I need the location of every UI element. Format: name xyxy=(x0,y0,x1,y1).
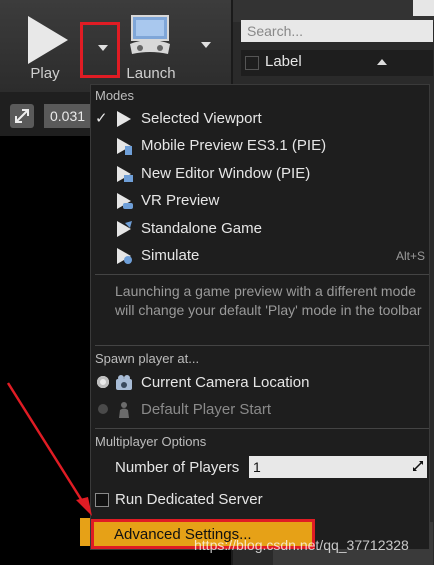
mode-label: Simulate xyxy=(141,247,200,264)
mode-description: Launching a game preview with a differen… xyxy=(115,283,422,318)
snap-value-field[interactable]: 0.031 xyxy=(44,104,90,128)
panel-tab[interactable] xyxy=(413,0,434,16)
launch-label: Launch xyxy=(126,65,176,82)
dedicated-server-label: Run Dedicated Server xyxy=(115,491,263,508)
menu-divider xyxy=(95,345,429,346)
spawn-current-camera[interactable]: Current Camera Location xyxy=(91,370,429,396)
mode-label: VR Preview xyxy=(141,192,220,209)
mode-label: Standalone Game xyxy=(141,220,262,237)
chevron-down-icon xyxy=(98,45,108,51)
spawn-label: Default Player Start xyxy=(141,401,272,418)
modes-section-header: Modes xyxy=(95,88,135,103)
launch-button[interactable]: Launch xyxy=(114,6,188,86)
multiplayer-section-header: Multiplayer Options xyxy=(95,434,207,449)
number-of-players-row: Number of Players 1 xyxy=(91,453,429,481)
sort-caret-icon xyxy=(377,59,387,65)
mode-vr-preview[interactable]: VR Preview xyxy=(91,188,429,214)
mode-label: Mobile Preview ES3.1 (PIE) xyxy=(141,137,327,154)
mode-label: Selected Viewport xyxy=(141,110,262,127)
shortcut-label: Alt+S xyxy=(395,249,425,263)
menu-divider xyxy=(95,428,429,429)
camera-icon xyxy=(116,375,132,390)
number-of-players-value: 1 xyxy=(253,459,261,475)
search-input[interactable]: Search... xyxy=(241,20,433,42)
number-of-players-input[interactable]: 1 xyxy=(249,456,427,478)
spin-arrows-icon[interactable] xyxy=(413,461,423,471)
spawn-section-header: Spawn player at... xyxy=(95,351,200,366)
panel-tab-strip xyxy=(233,0,434,22)
mode-mobile-preview[interactable]: Mobile Preview ES3.1 (PIE) xyxy=(91,133,429,159)
column-header[interactable]: Label xyxy=(241,50,433,76)
radio-selected-icon xyxy=(97,376,109,388)
mode-selected-viewport[interactable]: ✓ Selected Viewport xyxy=(91,106,429,132)
launch-options-dropdown[interactable] xyxy=(186,22,226,78)
spawn-label: Current Camera Location xyxy=(141,374,310,391)
dedicated-server-checkbox[interactable] xyxy=(95,493,109,507)
number-of-players-label: Number of Players xyxy=(115,459,240,476)
new-window-icon xyxy=(117,166,133,182)
mobile-preview-icon xyxy=(117,138,132,155)
simulate-icon xyxy=(117,248,132,264)
chevron-down-icon xyxy=(201,42,211,48)
mode-label: New Editor Window (PIE) xyxy=(141,165,311,182)
standalone-game-icon xyxy=(117,221,132,237)
mode-simulate[interactable]: Simulate Alt+S xyxy=(91,243,429,269)
spawn-default-player-start[interactable]: Default Player Start xyxy=(91,397,429,423)
label-column-header: Label xyxy=(265,53,302,70)
visibility-checkbox[interactable] xyxy=(245,56,259,70)
mode-standalone-game[interactable]: Standalone Game xyxy=(91,216,429,242)
radio-unselected-icon xyxy=(98,404,108,414)
menu-divider xyxy=(95,274,429,275)
mode-new-editor-window[interactable]: New Editor Window (PIE) xyxy=(91,161,429,187)
play-label: Play xyxy=(30,65,60,82)
player-start-icon xyxy=(119,402,129,418)
run-dedicated-server-row[interactable]: Run Dedicated Server xyxy=(91,487,429,513)
level-toolbar: Play Launch xyxy=(0,0,231,93)
scale-icon[interactable] xyxy=(10,104,34,128)
watermark-text: https://blog.csdn.net/qq_37712328 xyxy=(194,537,409,553)
play-button[interactable]: Play xyxy=(14,6,76,86)
play-viewport-icon xyxy=(117,111,131,127)
play-icon xyxy=(28,16,68,64)
launch-icon xyxy=(130,15,170,54)
checkmark-icon: ✓ xyxy=(95,110,108,127)
play-options-menu: Modes ✓ Selected Viewport Mobile Preview… xyxy=(90,84,430,550)
vr-preview-icon xyxy=(117,193,133,209)
